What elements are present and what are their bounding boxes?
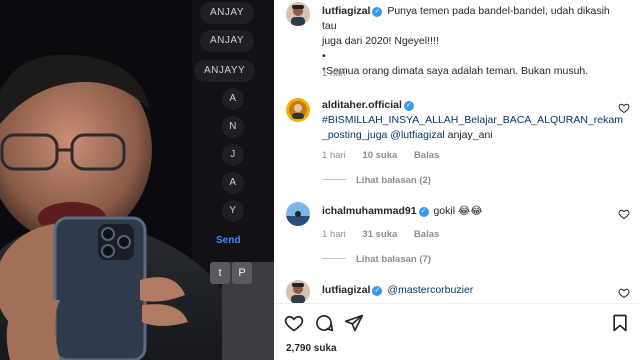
keyboard-key: P [232,262,252,284]
chat-bubble-letter: A [222,172,244,194]
comment-username[interactable]: lutfiagizal [322,5,370,17]
avatar[interactable] [286,280,310,304]
view-replies-button[interactable]: Lihat balasan (7) [322,254,431,265]
comment-time: 1 hari [322,229,346,240]
view-replies-label: Lihat balasan (2) [356,175,431,186]
comment-body: juga dari 2020! Ngeyel!!!! [322,35,439,47]
share-icon[interactable] [344,313,364,333]
verified-badge-icon: ✓ [403,101,414,111]
post-media[interactable]: ANJAY ANJAY ANJAYY A N J A Y Send t P [0,0,274,360]
comment-meta: 1 hari 10 suka Balas [322,150,453,161]
view-replies-button[interactable]: Lihat balasan (2) [322,175,431,186]
comment-meta: 1 hari 31 suka Balas [322,229,453,240]
like-heart-icon[interactable] [618,102,630,114]
comment-icon[interactable] [314,313,334,333]
likes-count[interactable]: 2,790 suka [286,343,337,354]
view-replies-label: Lihat balasan (7) [356,254,431,265]
reply-button[interactable]: Balas [414,229,439,240]
chat-bubble: ANJAY [200,2,254,24]
chat-bubble-letter: Y [222,200,244,222]
chat-bubble: ANJAY [200,30,254,52]
comment-body: anjay_ani [447,129,493,141]
hashtag-link[interactable]: #BISMILLAH_INSYA_ALLAH_Belajar_BACA_ALQU… [322,114,623,126]
comment-time: 1 hari [322,150,346,161]
comment-username[interactable]: alditaher.official [322,99,402,111]
comment-body: gokil 😂😂 [433,205,483,217]
verified-badge-icon: ✓ [372,7,383,17]
comment-meta: 1 hari [322,68,360,79]
like-heart-icon[interactable] [618,208,630,220]
keyboard-key: t [210,262,230,284]
comment-text: lutfiagizal ✓ @mastercorbuzier [322,283,612,298]
avatar[interactable] [286,2,310,26]
divider-line [322,258,346,259]
bookmark-icon[interactable] [610,313,630,333]
comment-username[interactable]: lutfiagizal [322,284,370,296]
comment-body: *Semua orang dimata saya adalah teman. B… [322,65,589,77]
chat-bubble-letter: J [222,144,244,166]
mention-link[interactable]: _posting_juga @lutfiagizal [322,129,445,141]
comment-likes[interactable]: 10 suka [362,150,397,161]
avatar[interactable] [286,202,310,226]
avatar[interactable] [286,98,310,122]
comment-text: alditaher.official ✓ #BISMILLAH_INSYA_ALL… [322,98,623,143]
chat-bubble-letter: A [222,88,244,110]
like-heart-icon[interactable] [618,287,630,299]
comment-username[interactable]: ichalmuhammad91 [322,205,417,217]
chat-bubble-letter: N [222,116,244,138]
comment-text: lutfiagizal ✓ Punya temen pada bandel-ban… [322,4,612,79]
chat-bubble: ANJAYY [194,60,256,82]
reply-button[interactable]: Balas [414,150,439,161]
comment-body: • [322,50,326,62]
verified-badge-icon: ✓ [372,286,383,296]
comment-likes[interactable]: 31 suka [362,229,397,240]
divider-line [322,179,346,180]
comment-text: ichalmuhammad91 ✓ gokil 😂😂 [322,204,612,219]
divider [274,303,640,304]
comments-panel: lutfiagizal ✓ Punya temen pada bandel-ban… [274,0,640,360]
verified-badge-icon: ✓ [418,207,429,217]
like-heart-icon[interactable] [284,313,304,333]
comment-time: 1 hari [322,68,346,79]
mention-link[interactable]: @mastercorbuzier [387,284,473,296]
send-label: Send [216,235,241,246]
